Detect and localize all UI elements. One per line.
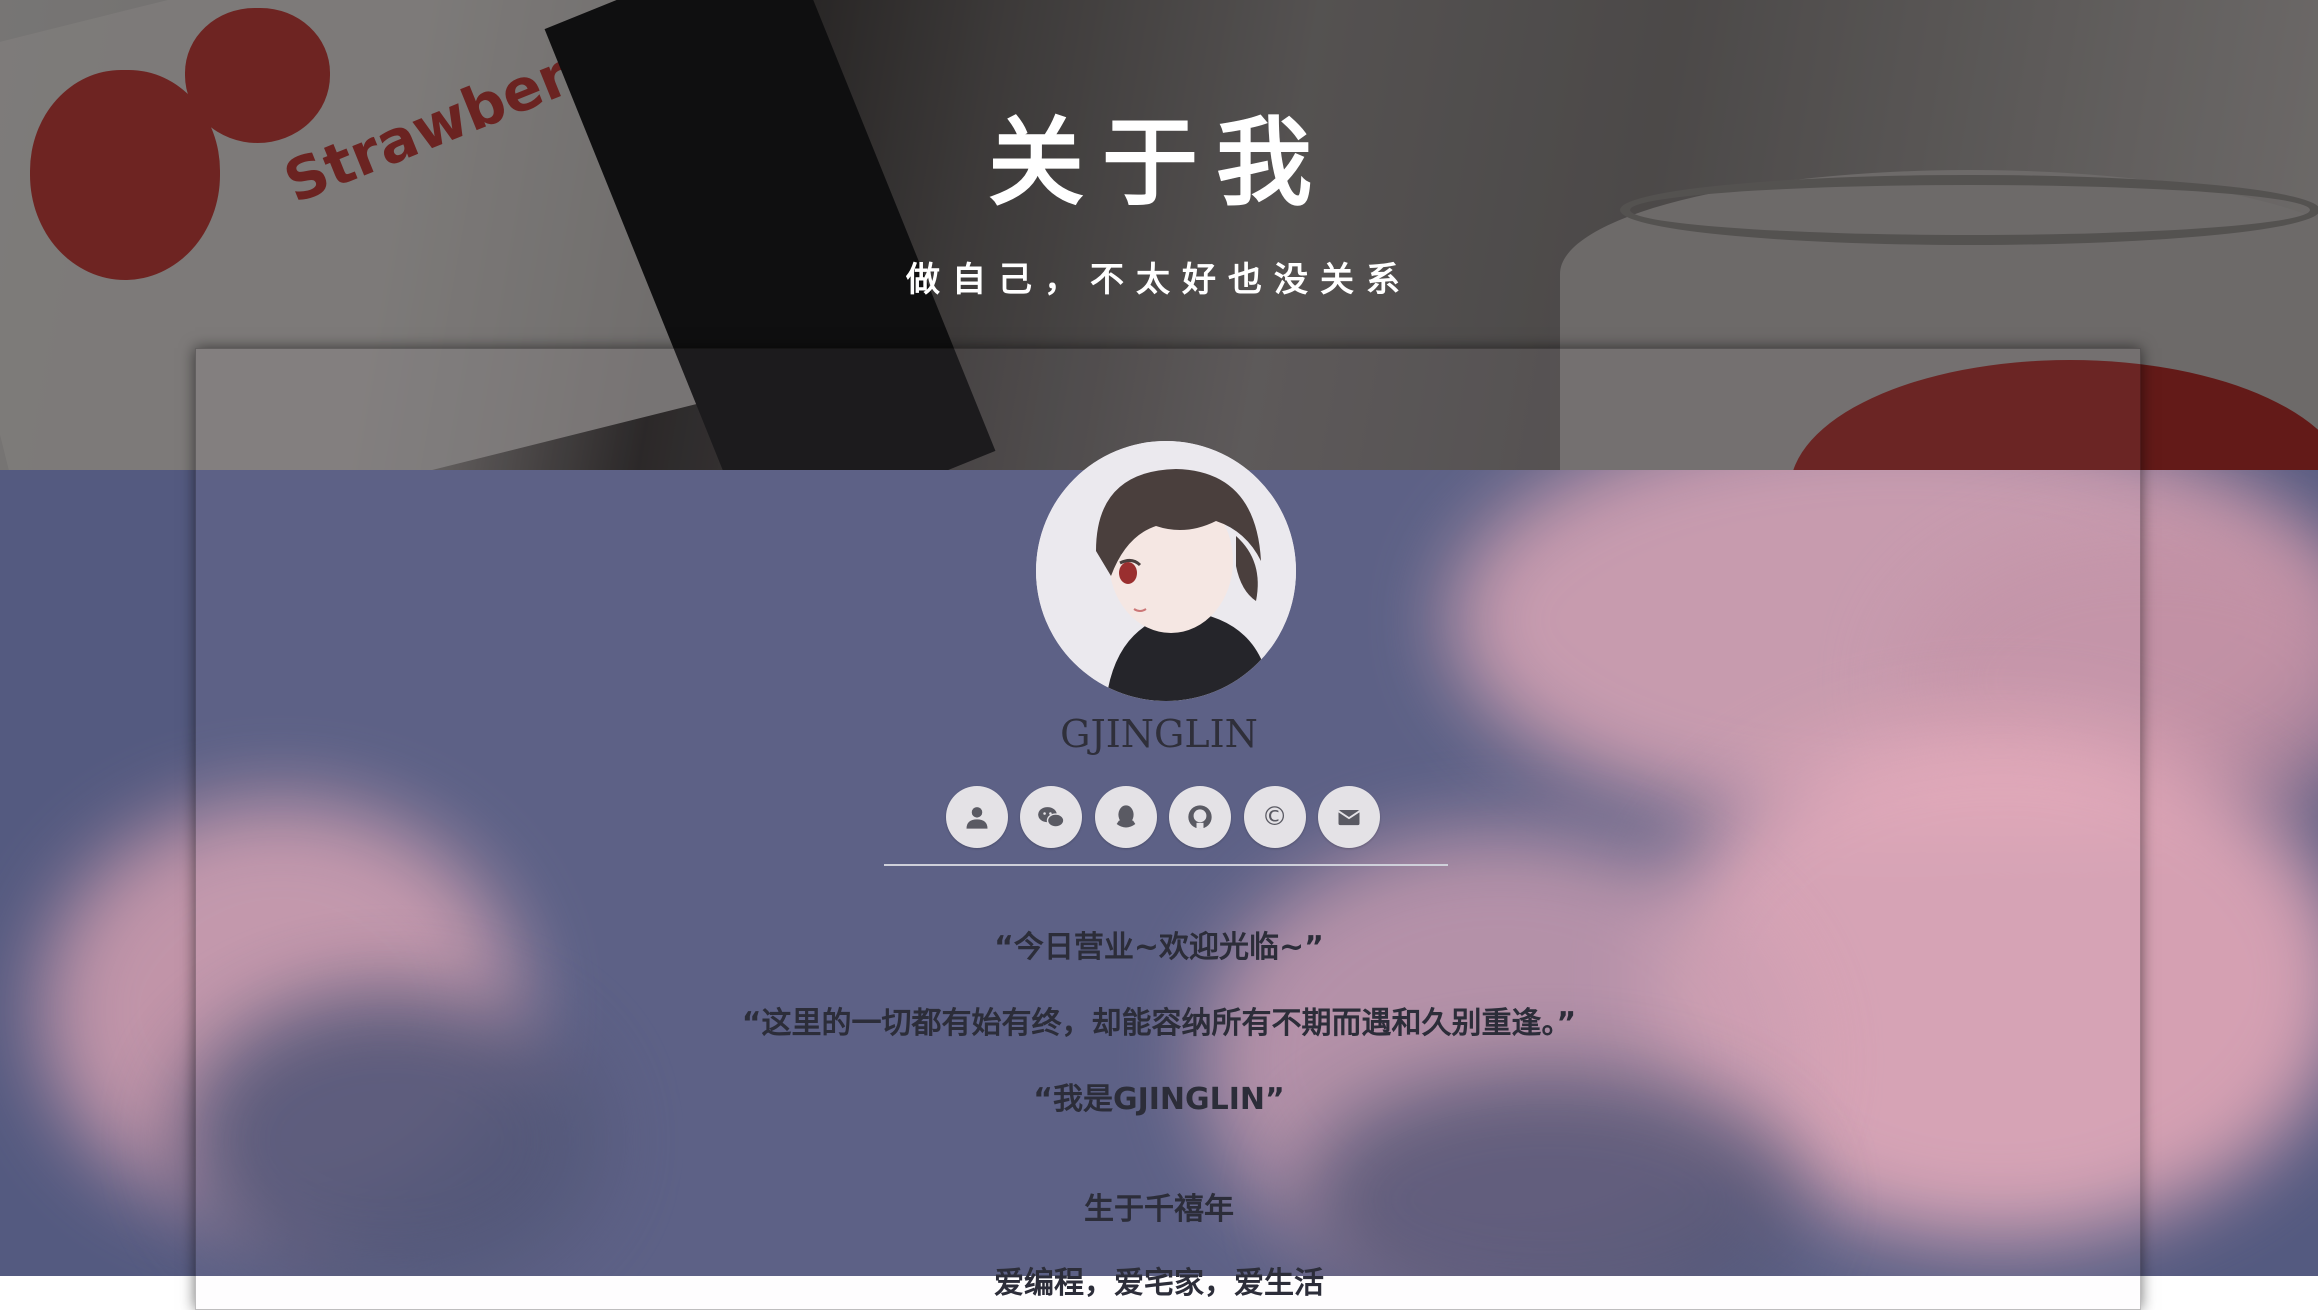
user-icon[interactable] xyxy=(946,786,1008,848)
github-icon[interactable] xyxy=(1169,786,1232,848)
profile-name: GJINGLIN xyxy=(1060,712,1258,756)
social-links: © xyxy=(946,786,1380,848)
qq-icon[interactable] xyxy=(1094,786,1157,848)
copyright-icon[interactable]: © xyxy=(1243,786,1306,848)
about-text: “这里的一切都有始有终，却能容纳所有不期而遇和久别重逢。” xyxy=(741,1006,1577,1041)
about-text: 生于千禧年 xyxy=(1084,1192,1234,1227)
about-text: “今日营业~欢迎光临~” xyxy=(994,930,1324,965)
about-text: 爱编程，爱宅家，爱生活 xyxy=(994,1266,1324,1301)
about-text: “我是GJINGLIN” xyxy=(1033,1082,1285,1117)
wechat-icon[interactable] xyxy=(1020,786,1083,848)
page-title: 关于我 xyxy=(988,106,1330,219)
avatar-illustration xyxy=(1036,441,1296,701)
avatar xyxy=(1036,441,1296,701)
page-subtitle: 做自己，不太好也没关系 xyxy=(906,260,1412,300)
divider xyxy=(884,864,1448,866)
envelope-icon[interactable] xyxy=(1317,786,1380,848)
